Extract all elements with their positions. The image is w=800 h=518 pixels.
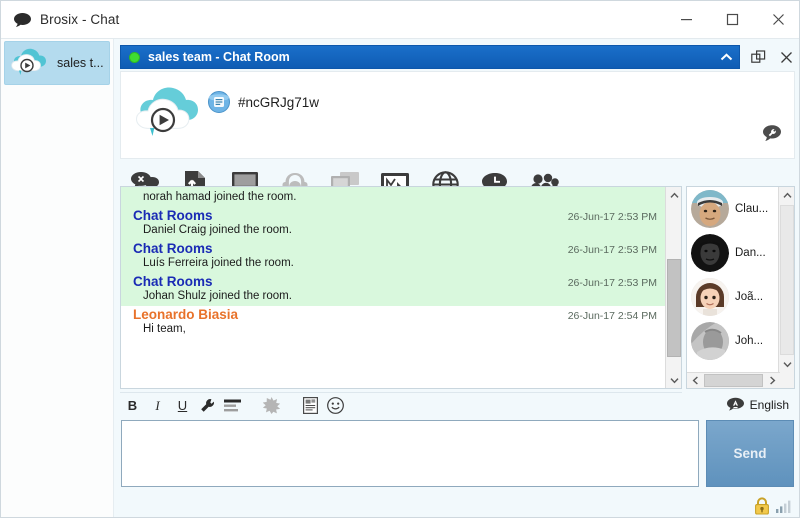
chat-message-list: norah hamad joined the room. Chat Rooms …: [120, 186, 682, 389]
participants-scroll-port: Clau... Dan... Joã... Joh...: [687, 187, 778, 372]
participants-horizontal-scrollbar[interactable]: [687, 372, 780, 388]
send-button[interactable]: Send: [706, 420, 794, 487]
message-group-user: Leonardo Biasia 26-Jun-17 2:54 PM Hi tea…: [121, 306, 665, 339]
brosix-chat-window: Brosix - Chat sales t... sales team - Ch…: [0, 0, 800, 518]
room-id-icon: [207, 90, 231, 114]
message-author: Leonardo Biasia: [133, 307, 239, 322]
participant-name: Joã...: [735, 291, 764, 303]
list-item: Leonardo Biasia 26-Jun-17 2:54 PM Hi tea…: [121, 306, 665, 339]
message-text: Luís Ferreira joined the room.: [143, 257, 294, 269]
message-timestamp: 26-Jun-17 2:53 PM: [567, 244, 657, 256]
avatar: [691, 190, 729, 228]
list-item[interactable]: Dan...: [687, 231, 778, 275]
scrollbar-thumb[interactable]: [780, 205, 794, 355]
format-toolbar: B I U: [120, 392, 682, 418]
message-header: Leonardo Biasia 26-Jun-17 2:54 PM: [133, 307, 657, 322]
list-item: Chat Rooms 26-Jun-17 2:53 PM Johan Shulz…: [121, 273, 665, 306]
list-item: norah hamad joined the room.: [121, 187, 665, 207]
message-text: Daniel Craig joined the room.: [143, 224, 292, 236]
maximize-button[interactable]: [709, 1, 755, 39]
chevron-up-icon[interactable]: [666, 187, 681, 203]
chevron-left-icon[interactable]: [687, 373, 703, 388]
chat-bubble-icon: [13, 12, 31, 27]
message-timestamp: 26-Jun-17 2:53 PM: [567, 277, 657, 289]
chevron-right-icon[interactable]: [764, 373, 780, 388]
padlock-icon: [753, 496, 771, 516]
signal-strength-icon: [775, 498, 791, 514]
message-timestamp: 26-Jun-17 2:53 PM: [567, 211, 657, 223]
font-settings-icon[interactable]: [195, 394, 220, 418]
participants-list: Clau... Dan... Joã... Joh...: [686, 186, 795, 389]
align-icon[interactable]: [220, 394, 245, 418]
list-item[interactable]: Clau...: [687, 187, 778, 231]
participant-name: Dan...: [735, 247, 766, 259]
brosix-cloud-logo: [131, 84, 207, 146]
message-author: Chat Rooms: [133, 241, 213, 256]
sidebar-item-sales-team[interactable]: sales t...: [4, 41, 110, 85]
underline-button[interactable]: U: [170, 394, 195, 418]
room-id-row: #ncGRJg71w: [207, 90, 319, 114]
wrench-bubble-icon[interactable]: [759, 121, 785, 147]
message-author: Chat Rooms: [133, 274, 213, 289]
chevron-down-icon[interactable]: [779, 356, 794, 372]
room-id-text: #ncGRJg71w: [238, 94, 320, 110]
room-header-bar[interactable]: sales team - Chat Room: [120, 45, 740, 69]
window-title: Brosix - Chat: [40, 12, 120, 27]
list-item[interactable]: Joh...: [687, 319, 778, 363]
chevron-up-icon[interactable]: [713, 46, 739, 68]
emoticon-icon[interactable]: [323, 394, 348, 418]
title-bar: Brosix - Chat: [1, 1, 799, 39]
chevron-up-icon[interactable]: [779, 187, 794, 203]
bold-button[interactable]: B: [120, 394, 145, 418]
participants-vertical-scrollbar[interactable]: [778, 187, 794, 388]
avatar: [691, 322, 729, 360]
room-close-icon[interactable]: [774, 45, 798, 69]
message-text: Hi team,: [143, 323, 186, 335]
message-input[interactable]: [121, 420, 699, 487]
room-info-panel: #ncGRJg71w: [120, 71, 795, 159]
avatar: [691, 234, 729, 272]
nudge-icon[interactable]: [259, 394, 284, 418]
message-group-system: norah hamad joined the room. Chat Rooms …: [121, 187, 665, 306]
chat-scroll-port: norah hamad joined the room. Chat Rooms …: [121, 187, 665, 388]
status-online-indicator: [129, 51, 140, 63]
scrollbar-thumb[interactable]: [667, 259, 681, 357]
language-label[interactable]: English: [750, 398, 789, 412]
status-bar: [114, 493, 799, 517]
cloud-play-icon: [9, 46, 53, 80]
close-button[interactable]: [755, 1, 799, 39]
message-header: Chat Rooms 26-Jun-17 2:53 PM: [133, 208, 657, 223]
template-icon[interactable]: [298, 394, 323, 418]
avatar: [691, 278, 729, 316]
main-panel: sales team - Chat Room #ncGRJg71w norah …: [114, 39, 799, 517]
translate-bubble-icon[interactable]: [726, 397, 745, 414]
message-text: Johan Shulz joined the room.: [143, 290, 292, 302]
window-controls: [663, 1, 799, 39]
list-item: Chat Rooms 26-Jun-17 2:53 PM Daniel Crai…: [121, 207, 665, 240]
italic-button[interactable]: I: [145, 394, 170, 418]
room-title: sales team - Chat Room: [148, 50, 290, 64]
pop-out-icon[interactable]: [746, 45, 770, 69]
language-row: English: [686, 392, 795, 418]
list-item: Chat Rooms 26-Jun-17 2:53 PM Luís Ferrei…: [121, 240, 665, 273]
chevron-down-icon[interactable]: [666, 372, 681, 388]
sidebar-item-label: sales t...: [57, 56, 104, 70]
sidebar: sales t...: [1, 39, 114, 517]
message-header: Chat Rooms 26-Jun-17 2:53 PM: [133, 274, 657, 289]
message-timestamp: 26-Jun-17 2:54 PM: [567, 310, 657, 322]
participant-name: Clau...: [735, 203, 769, 215]
minimize-button[interactable]: [663, 1, 709, 39]
participant-name: Joh...: [735, 335, 764, 347]
list-item[interactable]: Joã...: [687, 275, 778, 319]
message-header: Chat Rooms 26-Jun-17 2:53 PM: [133, 241, 657, 256]
message-text: norah hamad joined the room.: [143, 191, 297, 203]
scrollbar-thumb[interactable]: [704, 374, 763, 387]
chat-vertical-scrollbar[interactable]: [665, 187, 681, 388]
message-author: Chat Rooms: [133, 208, 213, 223]
